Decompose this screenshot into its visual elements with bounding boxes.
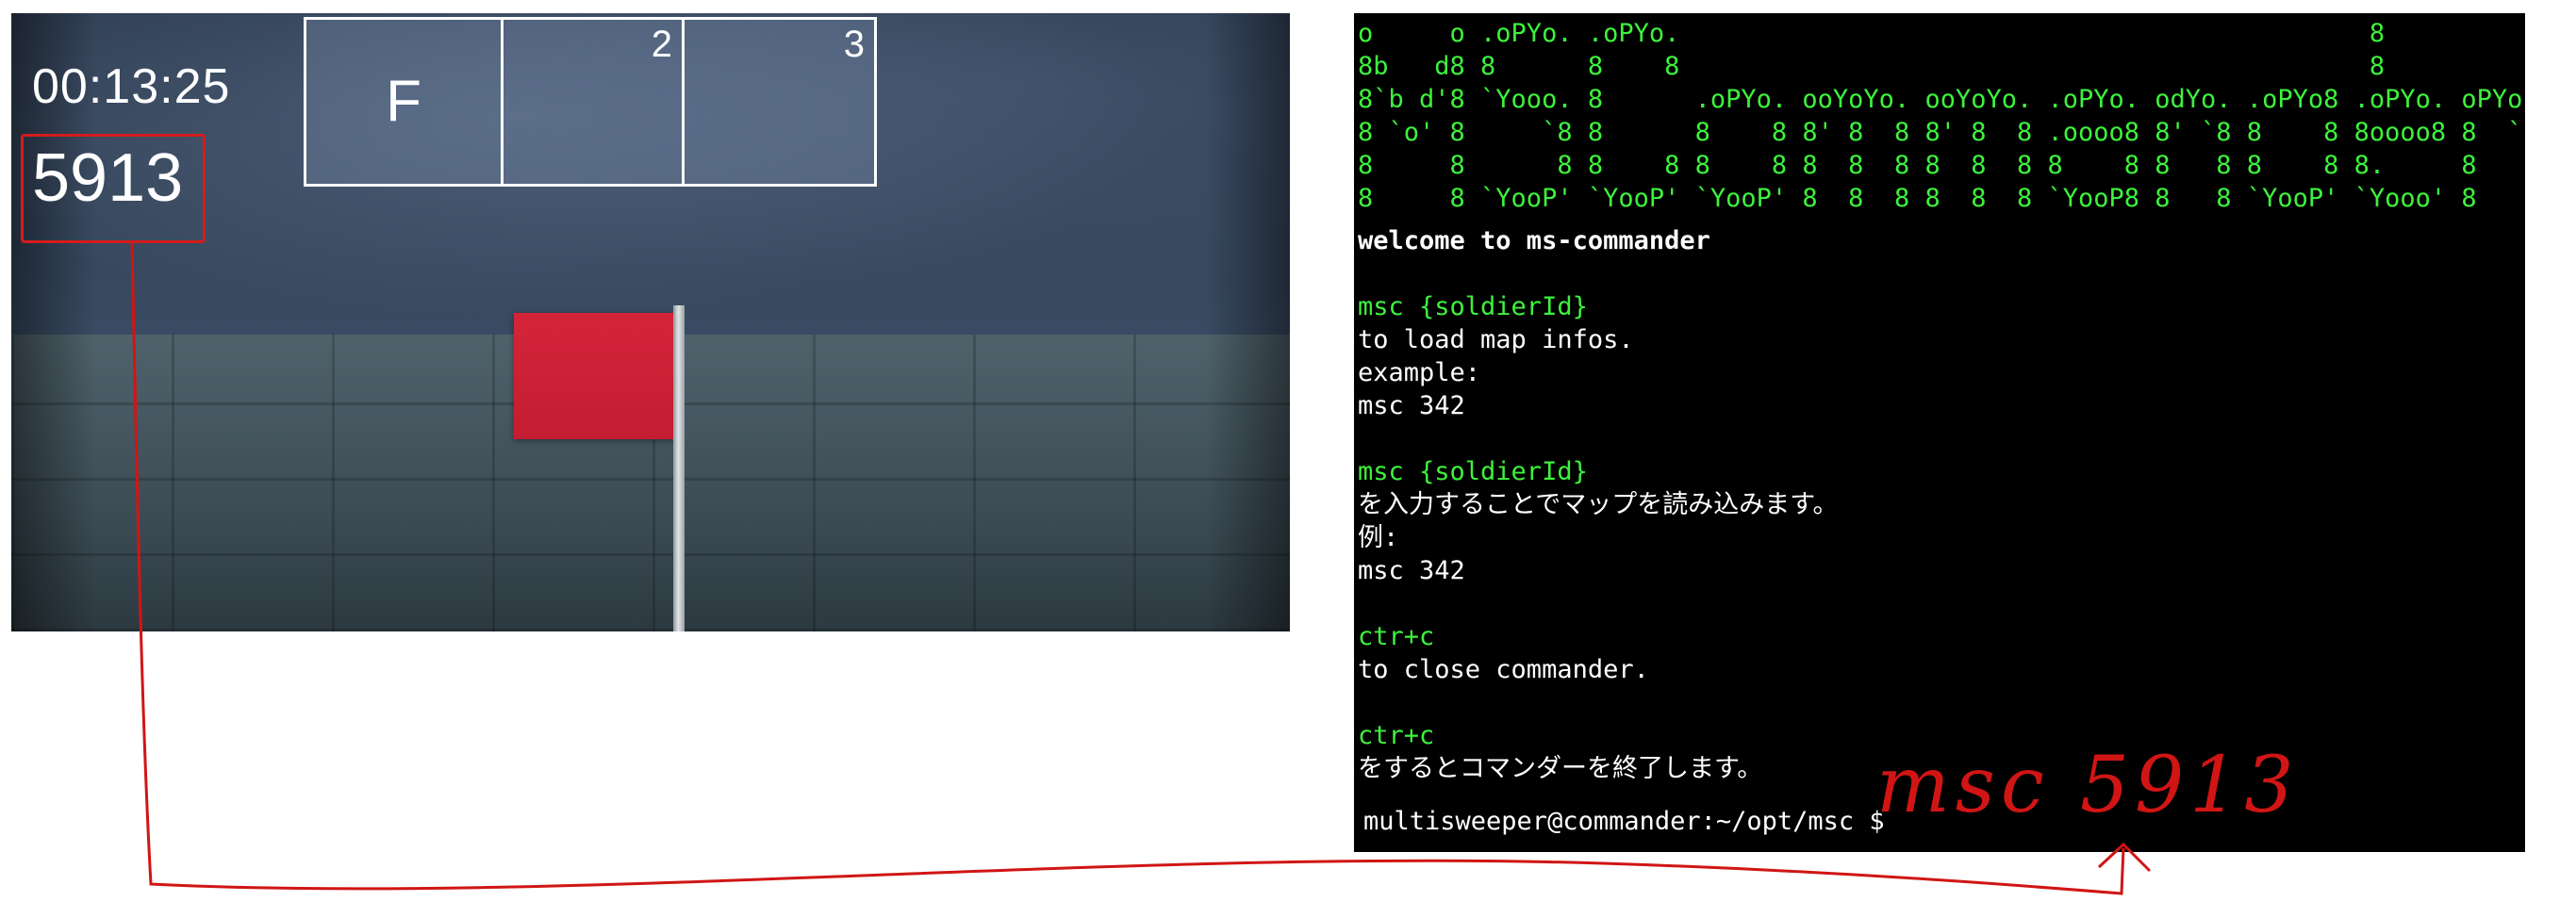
slot-3[interactable]: 3 [682,20,874,184]
game-viewport[interactable]: 00:13:25 5913 F 2 3 [11,13,1290,631]
command-hint: msc {soldierId} [1358,457,1588,486]
example-label: 例: [1358,523,1399,552]
shell-prompt[interactable]: multisweeper@commander:~/opt/msc $ [1363,805,1885,838]
command-description: をするとコマンダーを終了します。 [1358,754,1763,783]
command-description: to close commander. [1358,655,1649,684]
slot-2[interactable]: 2 [501,20,682,184]
flag-pole [673,305,685,631]
command-hint: ctr+c [1358,721,1435,750]
ascii-line: 8 8 8 8 8 8 8 8 8 8 8 8 8 8 8 8 8 8 8 8.… [1358,151,2477,180]
slot-label: 3 [843,24,865,65]
terminal-window[interactable]: o o .oPYo. .oPYo. 8 8b d8 8 8 8 8 8`b d'… [1354,13,2525,852]
example-command: msc 342 [1358,391,1465,420]
example-command: msc 342 [1358,556,1465,585]
example-label: example: [1358,358,1481,387]
command-hint: ctr+c [1358,622,1435,651]
ascii-line: 8 8 `YooP' `YooP' `YooP' 8 8 8 8 8 8 `Yo… [1358,184,2477,213]
ascii-line: o o .oPYo. .oPYo. 8 [1358,19,2386,48]
slot-label: 2 [651,24,672,65]
command-description: to load map infos. [1358,325,1634,354]
ascii-line: 8`b d'8 `Yooo. 8 .oPYo. ooYoYo. ooYoYo. … [1358,85,2525,114]
vignette-right [1205,13,1290,631]
game-timer: 00:13:25 [32,59,231,114]
command-description: を入力することでマップを読み込みます。 [1358,490,1839,519]
ascii-banner: o o .oPYo. .oPYo. 8 8b d8 8 8 8 8 8`b d'… [1358,17,2525,215]
slot-flag[interactable]: F [306,20,501,184]
ascii-line: 8b d8 8 8 8 8 [1358,52,2386,81]
typed-command-annotation: msc 5913 [1876,741,2300,830]
flag-cloth [514,313,674,439]
slot-label: F [386,69,421,135]
command-hint: msc {soldierId} [1358,292,1588,321]
welcome-text: welcome to ms-commander [1358,226,1710,255]
item-slots: F 2 3 [304,17,877,187]
score-highlight-box [21,134,206,243]
ascii-line: 8 `o' 8 `8 8 8 8 8' 8 8 8' 8 8 .oooo8 8'… [1358,118,2525,147]
